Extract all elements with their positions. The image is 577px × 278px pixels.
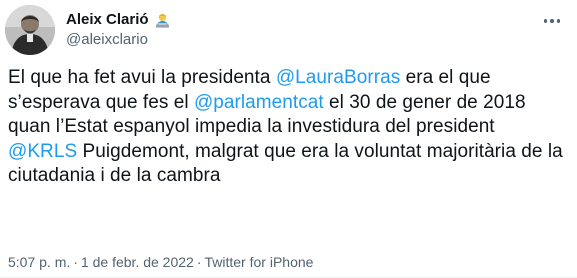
tweet-meta: 5:07 p. m. · 1 de febr. de 2022 · Twitter fo…	[8, 254, 313, 270]
tweet-header: Aleix Clarió @aleixclario	[0, 0, 577, 60]
tweet-source-link[interactable]: Twitter for iPhone	[204, 254, 313, 270]
mention-link-krls[interactable]: @KRLS	[8, 141, 77, 162]
mention-link-parlamentcat[interactable]: @parlamentcat	[194, 92, 324, 113]
tweet-text-segment: El que ha fet avui la presidenta	[8, 67, 276, 88]
avatar[interactable]	[5, 5, 55, 55]
more-dot-icon	[556, 19, 561, 23]
display-name[interactable]: Aleix Clarió	[66, 11, 149, 29]
mention-link-laura-borras[interactable]: @LauraBorras	[276, 67, 400, 88]
meta-separator: ·	[196, 254, 202, 270]
person-at-laptop-emoji-icon	[154, 12, 171, 29]
meta-separator: ·	[73, 254, 78, 270]
author-name-block: Aleix Clarió @aleixclario	[66, 10, 171, 49]
tweet-date[interactable]: 1 de febr. de 2022	[81, 254, 194, 270]
display-name-row: Aleix Clarió	[66, 10, 171, 30]
tweet-time[interactable]: 5:07 p. m.	[8, 254, 70, 270]
more-dot-icon	[550, 19, 554, 23]
more-dot-icon	[543, 19, 548, 23]
more-options-button[interactable]	[539, 8, 565, 34]
tweet-text: El que ha fet avui la presidenta @LauraB…	[8, 66, 568, 189]
handle[interactable]: @aleixclario	[66, 31, 171, 49]
tweet-text-segment: Puigdemont, malgrat que era la voluntat …	[8, 140, 563, 187]
tweet-card: Aleix Clarió @aleixclario El que ha fet …	[0, 0, 577, 278]
